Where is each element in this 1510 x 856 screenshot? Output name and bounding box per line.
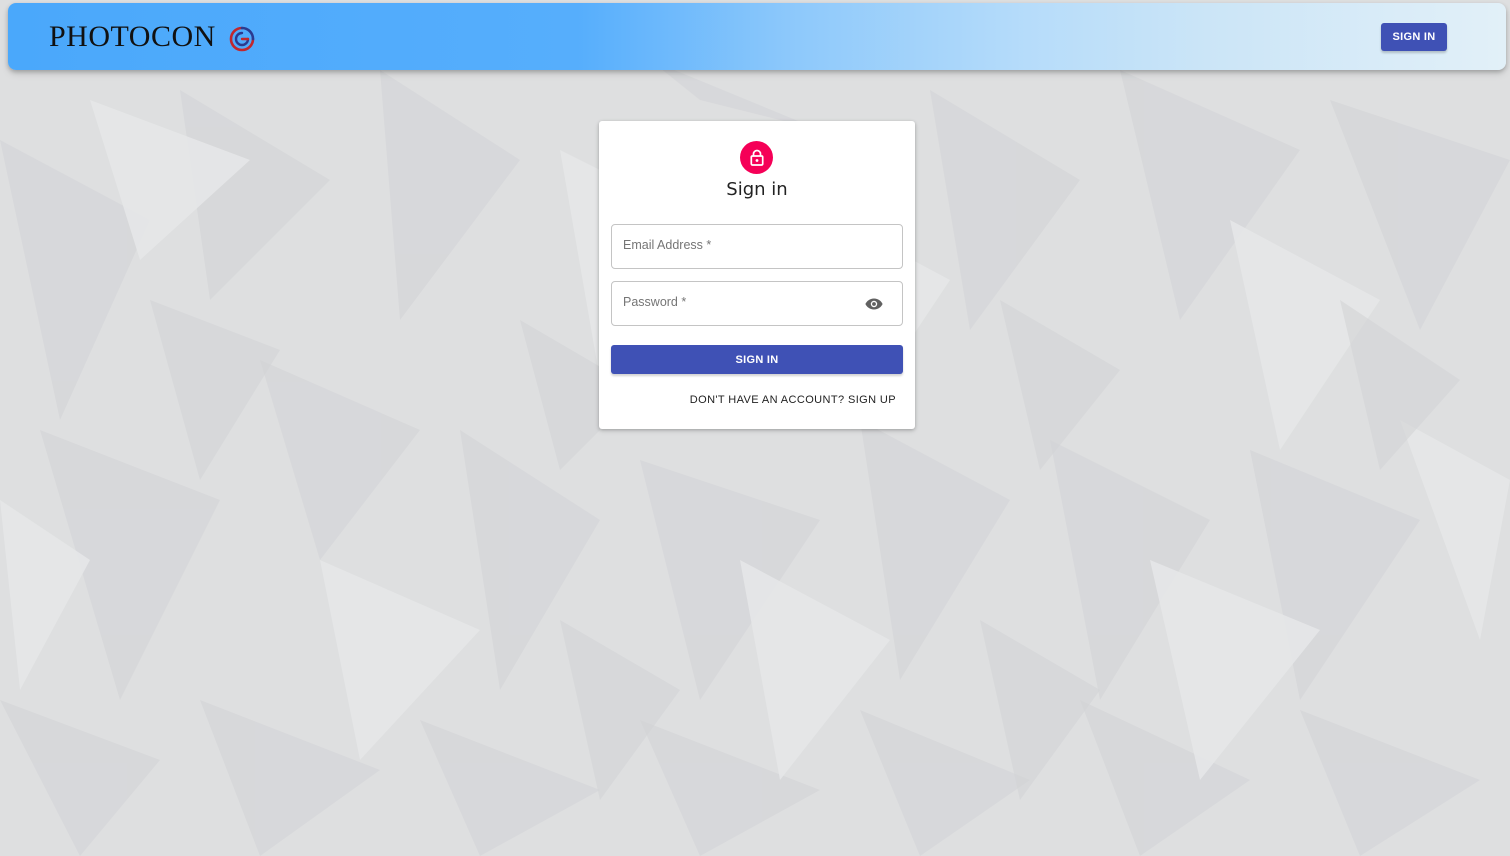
appbar-signin-button[interactable]: SIGN IN: [1381, 23, 1447, 51]
email-field[interactable]: Email Address *: [611, 224, 903, 269]
lock-avatar: [740, 141, 773, 174]
signin-submit-button[interactable]: SIGN IN: [611, 345, 903, 374]
signin-card: Sign in Email Address * Password * SIGN …: [599, 121, 915, 429]
brand[interactable]: PHOTOCON: [49, 19, 256, 55]
lock-icon: [749, 149, 764, 166]
signin-title: Sign in: [726, 179, 788, 200]
email-input[interactable]: [612, 225, 902, 268]
brand-name: PHOTOCON: [49, 20, 216, 53]
eye-icon[interactable]: [865, 296, 883, 312]
photocon-logo-icon: [229, 26, 255, 51]
password-input[interactable]: [612, 282, 902, 325]
password-field[interactable]: Password *: [611, 281, 903, 326]
signup-link[interactable]: DON'T HAVE AN ACCOUNT? SIGN UP: [690, 394, 896, 406]
app-bar: PHOTOCON SIGN IN: [8, 3, 1506, 70]
